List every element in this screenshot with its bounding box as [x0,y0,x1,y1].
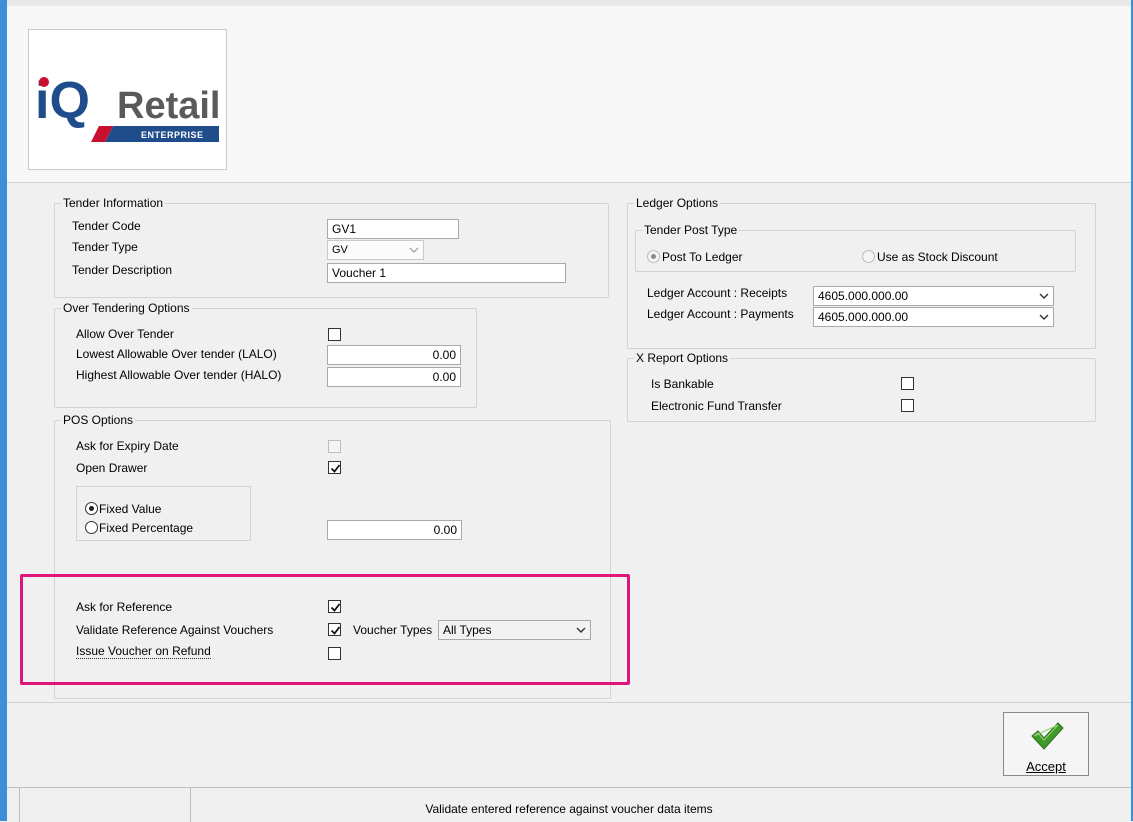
accept-label: Accept [1026,759,1066,774]
over-tendering-title: Over Tendering Options [63,301,190,315]
highlight-box [20,574,630,685]
allow-over-tender-label: Allow Over Tender [76,327,174,341]
open-drawer-label: Open Drawer [76,461,148,475]
tender-type-label: Tender Type [72,240,138,254]
logo-name-text: Retail [117,85,220,127]
payments-account-select[interactable]: 4605.000.000.00 [813,307,1054,327]
allow-over-tender-checkbox[interactable] [328,328,341,341]
tender-type-value: GV [332,244,348,256]
lalo-input[interactable]: 0.00 [327,345,461,365]
fixed-amount-input[interactable]: 0.00 [327,520,462,540]
tender-code-label: Tender Code [72,219,141,233]
receipts-label: Ledger Account : Receipts [647,286,788,300]
stock-discount-label: Use as Stock Discount [877,250,998,264]
fixed-value-label: Fixed Value [99,502,162,516]
checkmark-icon [1031,722,1064,750]
post-to-ledger-label: Post To Ledger [662,250,743,264]
tender-information-title: Tender Information [63,196,164,210]
fixed-value-radio[interactable] [85,502,98,515]
eft-checkbox[interactable] [901,399,914,412]
pos-options-title: POS Options [63,413,134,427]
chevron-down-icon [1039,314,1049,320]
ask-expiry-checkbox[interactable] [328,440,341,453]
payments-label: Ledger Account : Payments [647,307,794,321]
tender-post-type-group: Tender Post Type [635,224,1076,272]
open-drawer-checkbox[interactable] [328,461,341,474]
halo-input[interactable]: 0.00 [327,367,461,387]
fixed-percentage-label: Fixed Percentage [99,521,194,535]
status-message: Validate entered reference against vouch… [425,802,713,816]
post-to-ledger-radio[interactable] [647,250,660,263]
lalo-label: Lowest Allowable Over tender (LALO) [76,347,277,361]
is-bankable-label: Is Bankable [651,377,714,391]
fixed-percentage-radio[interactable] [85,521,98,534]
tender-description-input[interactable]: Voucher 1 [327,263,566,283]
tender-code-input[interactable]: GV1 [327,219,459,239]
logo-tag-text: ENTERPRISE [141,130,204,140]
check-icon [330,464,341,473]
iq-retail-logo: iQ Retail ENTERPRISE [28,29,227,170]
tender-type-select[interactable]: GV [327,240,424,260]
is-bankable-checkbox[interactable] [901,377,914,390]
ask-expiry-label: Ask for Expiry Date [76,439,179,453]
chevron-down-icon [1039,293,1049,299]
status-bar: Validate entered reference against vouch… [7,787,1131,822]
x-report-title: X Report Options [636,351,729,365]
eft-label: Electronic Fund Transfer [651,399,782,413]
halo-label: Highest Allowable Over tender (HALO) [76,368,282,382]
receipts-account-select[interactable]: 4605.000.000.00 [813,286,1054,306]
action-bar [7,702,1131,785]
window-left-border [0,0,7,821]
payments-account-value: 4605.000.000.00 [818,310,909,324]
stock-discount-radio[interactable] [862,250,875,263]
tender-post-type-title: Tender Post Type [644,223,738,237]
chevron-down-icon [409,247,419,253]
tender-description-label: Tender Description [72,263,173,277]
accept-button[interactable]: Accept [1003,712,1089,776]
receipts-account-value: 4605.000.000.00 [818,289,909,303]
ledger-options-title: Ledger Options [636,196,719,210]
